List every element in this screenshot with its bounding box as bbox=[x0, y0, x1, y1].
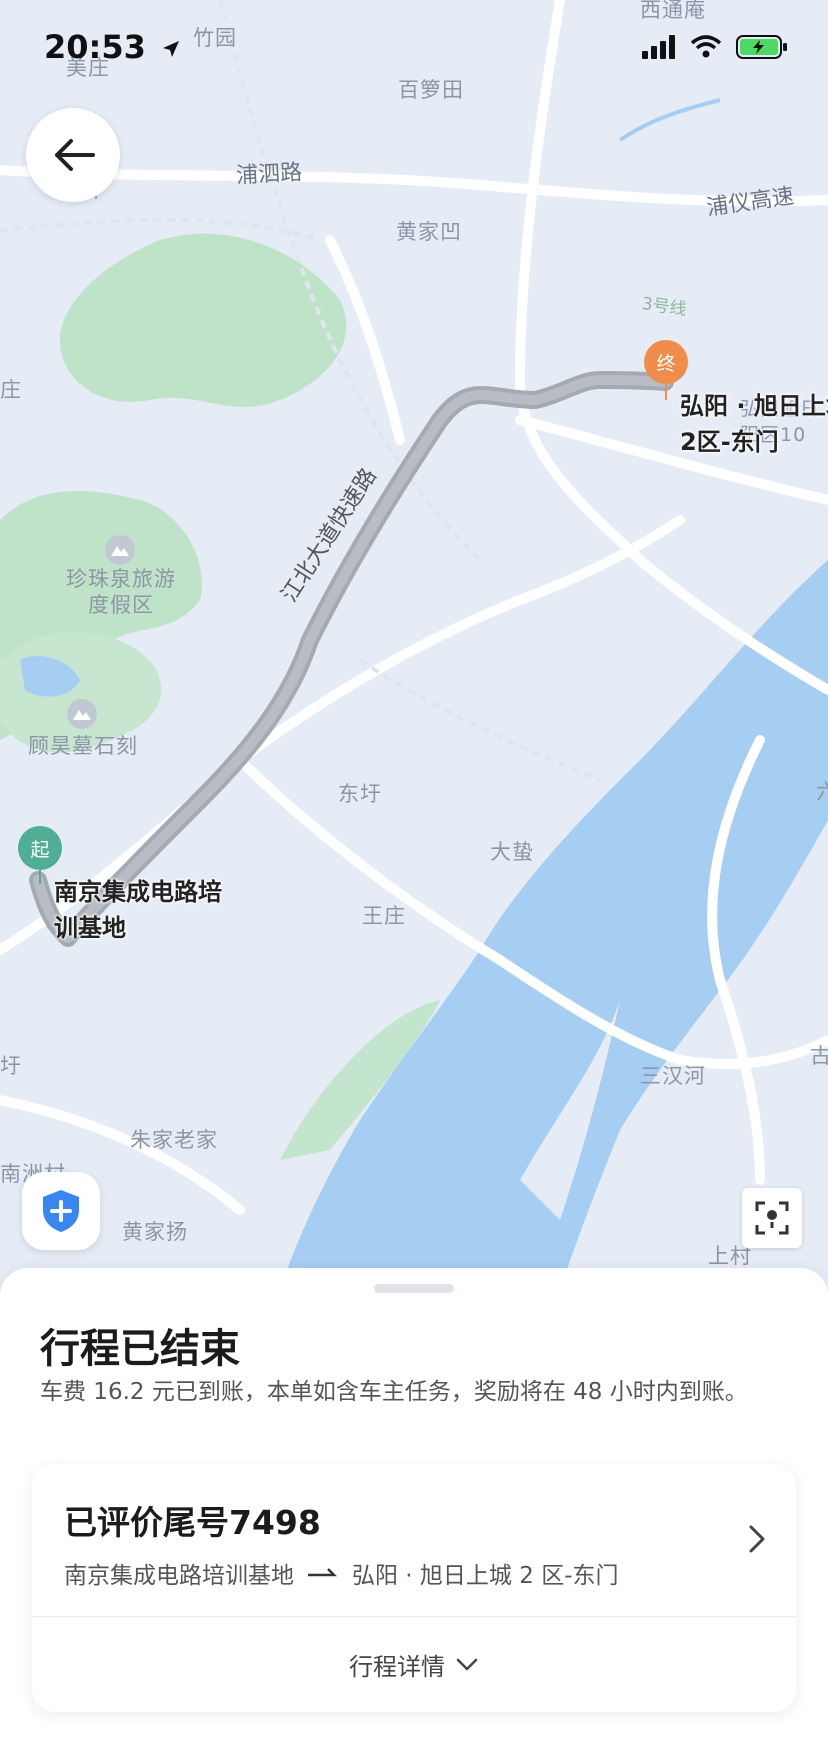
chevron-right-icon bbox=[749, 1525, 765, 1553]
route-arrow-icon bbox=[308, 1568, 338, 1577]
start-location-label: 南京集成电路培 训基地 bbox=[54, 878, 222, 942]
trip-card: 已评价尾号7498 南京集成电路培训基地 弘阳 · 旭日上城 2 区-东门 行程… bbox=[32, 1464, 796, 1712]
map-label-zhuang: 庄 bbox=[0, 378, 22, 402]
start-pin-stem bbox=[39, 868, 41, 884]
map-label-zhenzhuquan: 珍珠泉旅游 度假区 bbox=[66, 567, 176, 617]
status-time: 20:53 bbox=[44, 28, 181, 66]
back-arrow-icon bbox=[55, 139, 95, 171]
rated-trip-row[interactable]: 已评价尾号7498 南京集成电路培训基地 弘阳 · 旭日上城 2 区-东门 bbox=[32, 1464, 796, 1616]
start-pin[interactable]: 起 bbox=[18, 826, 62, 870]
cellular-signal-icon bbox=[642, 35, 675, 59]
locate-button[interactable] bbox=[742, 1188, 802, 1248]
map-label-huangjiawa: 黄家凹 bbox=[396, 220, 462, 244]
locate-icon bbox=[755, 1201, 789, 1235]
trip-details-toggle[interactable]: 行程详情 bbox=[32, 1617, 796, 1712]
map-label-huangjiayang: 黄家扬 bbox=[122, 1220, 188, 1244]
status-icons bbox=[642, 34, 788, 60]
map-label-sanhe: 三汉河 bbox=[640, 1064, 706, 1088]
rated-driver-title: 已评价尾号7498 bbox=[64, 1503, 321, 1542]
trip-route: 南京集成电路培训基地 弘阳 · 旭日上城 2 区-东门 bbox=[64, 1556, 619, 1590]
end-pin-stem bbox=[665, 382, 667, 400]
route-destination: 弘阳 · 旭日上城 2 区-东门 bbox=[352, 1563, 619, 1589]
route-origin: 南京集成电路培训基地 bbox=[64, 1563, 294, 1589]
map-label-zhujia: 朱家老家 bbox=[130, 1128, 218, 1152]
location-arrow-icon bbox=[163, 41, 179, 57]
end-location-label: 弘阳 · 旭日上城 2区-东门 bbox=[680, 392, 828, 456]
map-label-dagang: 大蛰 bbox=[490, 840, 534, 864]
road-label-pusi: 浦泗路 bbox=[235, 160, 303, 189]
scenic-spot-icon bbox=[67, 699, 97, 729]
map-label-wangzhuang: 王庄 bbox=[362, 904, 406, 928]
map-label-liu: 六 bbox=[816, 780, 828, 804]
map-label-yu: 圩 bbox=[0, 1054, 22, 1078]
back-button[interactable] bbox=[26, 108, 120, 202]
trip-ended-title: 行程已结束 bbox=[40, 1326, 240, 1372]
sheet-drag-handle[interactable] bbox=[374, 1284, 454, 1293]
map-label-gumu: 顾昊墓石刻 bbox=[28, 734, 138, 758]
fare-notice: 车费 16.2 元已到账，本单如含车主任务，奖励将在 48 小时内到账。 bbox=[40, 1379, 748, 1405]
shield-plus-icon bbox=[43, 1190, 79, 1232]
chevron-down-icon bbox=[456, 1658, 478, 1670]
trip-details-label: 行程详情 bbox=[349, 1653, 445, 1681]
safety-center-button[interactable] bbox=[22, 1172, 100, 1250]
map-label-dongyu: 东圩 bbox=[338, 782, 382, 806]
status-time-text: 20:53 bbox=[44, 28, 146, 66]
scenic-spot-icon bbox=[105, 535, 135, 565]
end-pin[interactable]: 终 bbox=[644, 340, 688, 384]
battery-charging-icon bbox=[736, 35, 787, 59]
wifi-icon bbox=[690, 35, 722, 58]
map-view[interactable]: 竹园 美庄 百箩田 西通庵 周山 黄家凹 珍珠泉旅游 度假区 顾昊墓石刻 东圩 … bbox=[0, 0, 828, 1290]
status-bar: 20:53 bbox=[0, 0, 828, 100]
map-label-gu: 古 bbox=[810, 1044, 828, 1068]
